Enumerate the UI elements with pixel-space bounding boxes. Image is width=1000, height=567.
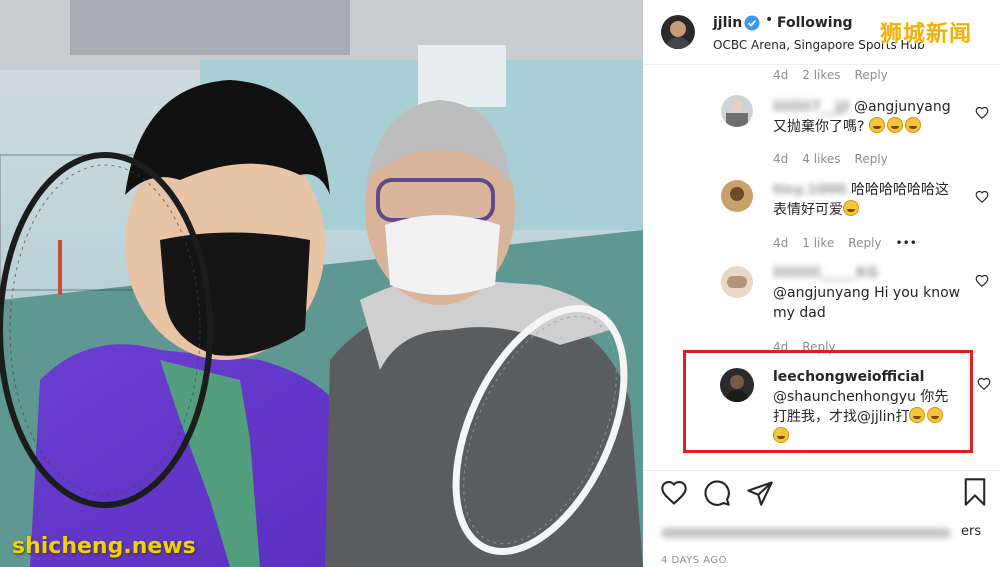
follow-status[interactable]: Following	[777, 15, 853, 31]
author-avatar[interactable]	[661, 15, 695, 49]
comment-2-reply[interactable]: Reply	[848, 236, 881, 250]
comment-3-body: lilililili_____KG @angjunyang Hi you kno…	[773, 263, 973, 323]
comment-2-body: tiny.1000 哈哈哈哈哈哈这 表情好可爱	[773, 180, 973, 220]
comment-1-mention[interactable]: @angjunyang	[854, 99, 951, 115]
post-date: 4 DAYS AGO	[661, 555, 728, 566]
comment-3-like-heart-icon[interactable]	[975, 274, 989, 288]
comment-2-likes[interactable]: 1 like	[802, 236, 834, 250]
comment-1-body: lililili7__jjl @angjunyang 又抛棄你了嗎?	[773, 97, 973, 137]
comment-1-likes[interactable]: 4 likes	[802, 152, 840, 166]
author-username[interactable]: jjlin	[713, 15, 742, 31]
comment-1-like-heart-icon[interactable]	[975, 106, 989, 120]
laughing-emoji-icon	[868, 117, 885, 133]
share-icon[interactable]	[746, 479, 774, 507]
comment-0-meta: 4d 2 likes Reply	[773, 68, 902, 82]
comment-2-more-options[interactable]: •••	[896, 236, 917, 250]
post-action-bar	[643, 470, 1000, 511]
comment-2-username[interactable]: tiny.1000	[773, 182, 847, 198]
smiling-emoji-icon	[843, 200, 859, 216]
verified-badge-icon	[744, 15, 760, 35]
comment-2-like-heart-icon[interactable]	[975, 190, 989, 204]
comment-1-text: 又抛棄你了嗎?	[773, 119, 865, 135]
comment-2-time: 4d	[773, 236, 789, 250]
comment-0-reply[interactable]: Reply	[855, 68, 888, 82]
comment-1-reply[interactable]: Reply	[855, 152, 888, 166]
comment-4-like-heart-icon[interactable]	[977, 377, 991, 391]
liked-by-row[interactable]: ers	[661, 522, 991, 542]
watermark-top-right: 狮城新闻	[880, 22, 973, 47]
comment-3-mention[interactable]: @angjunyang	[773, 285, 870, 301]
comment-1-username[interactable]: lililili7__jjl	[773, 99, 850, 115]
photo-illustration	[0, 0, 643, 567]
comment-2-meta: 4d 1 like Reply •••	[773, 236, 931, 250]
post-details-panel: jjlin • Following OCBC Arena, Singapore …	[643, 0, 1000, 567]
comment-icon[interactable]	[703, 479, 731, 507]
comment-2-text-line1: 哈哈哈哈哈哈这	[851, 182, 950, 198]
comment-3-username[interactable]: lilililili_____KG	[773, 265, 878, 281]
comment-1-avatar[interactable]	[721, 95, 753, 127]
watermark-bottom-left: shicheng.news	[12, 534, 196, 559]
laughing-emoji-icon	[904, 117, 921, 133]
liked-by-text-tail: ers	[961, 524, 982, 539]
highlight-box	[683, 350, 973, 453]
laughing-emoji-icon	[886, 117, 903, 133]
comment-0-likes[interactable]: 2 likes	[802, 68, 840, 82]
bookmark-icon[interactable]	[961, 477, 989, 507]
liked-by-blurred	[661, 528, 951, 538]
comment-2-avatar[interactable]	[721, 180, 753, 212]
comment-2-text-line2: 表情好可爱	[773, 202, 843, 218]
post-photo	[0, 0, 643, 567]
header-dot-separator: •	[765, 12, 774, 28]
comment-3-avatar[interactable]	[721, 266, 753, 298]
comment-0-time: 4d	[773, 68, 789, 82]
heart-icon[interactable]	[660, 479, 688, 507]
comment-1-time: 4d	[773, 152, 789, 166]
comment-1-meta: 4d 4 likes Reply	[773, 152, 902, 166]
